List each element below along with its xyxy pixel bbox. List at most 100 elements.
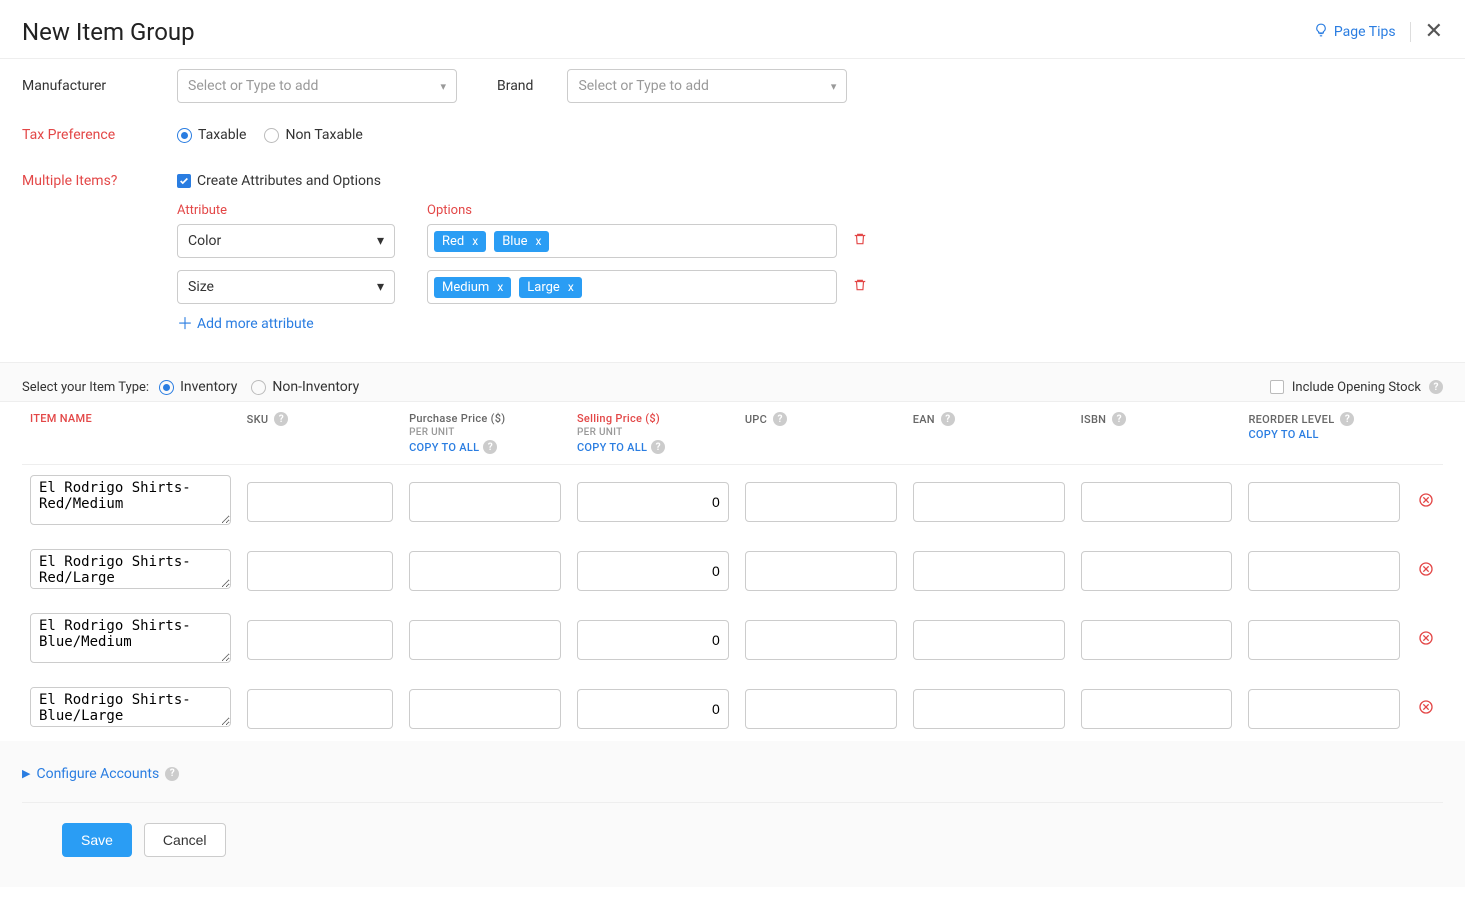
sku-input[interactable] (247, 482, 393, 522)
option-tag[interactable]: Large x (519, 277, 582, 298)
save-button[interactable]: Save (62, 823, 132, 857)
selling-price-input[interactable] (577, 689, 729, 729)
chevron-down-icon: ▾ (377, 279, 384, 295)
manufacturer-label: Manufacturer (22, 78, 177, 94)
option-tag[interactable]: Red x (434, 231, 486, 252)
options-heading: Options (427, 203, 472, 218)
isbn-input[interactable] (1081, 620, 1233, 660)
checkbox-checked-icon (177, 174, 191, 188)
ean-input[interactable] (913, 620, 1065, 660)
reorder-input[interactable] (1248, 482, 1400, 522)
include-opening-stock-label: Include Opening Stock (1292, 380, 1421, 395)
ean-input[interactable] (913, 482, 1065, 522)
add-more-attribute-link[interactable]: ＋ Add more attribute (177, 316, 1443, 332)
help-icon[interactable]: ? (274, 412, 288, 426)
non-taxable-radio[interactable]: Non Taxable (264, 127, 362, 143)
copy-to-all-selling[interactable]: COPY TO ALL? (577, 440, 665, 454)
help-icon[interactable]: ? (1112, 412, 1126, 426)
col-item-name: ITEM NAME (22, 402, 239, 465)
manufacturer-select[interactable]: Select or Type to add ▾ (177, 69, 457, 103)
delete-row-icon[interactable] (1408, 677, 1443, 741)
tax-preference-label: Tax Preference (22, 127, 177, 143)
selling-price-input[interactable] (577, 551, 729, 591)
create-attributes-checkbox[interactable]: Create Attributes and Options (177, 173, 381, 189)
brand-select[interactable]: Select or Type to add ▾ (567, 69, 847, 103)
purchase-price-input[interactable] (409, 620, 561, 660)
sku-input[interactable] (247, 689, 393, 729)
purchase-price-input[interactable] (409, 689, 561, 729)
item-name-input[interactable]: El Rodrigo Shirts-Red/Large (30, 549, 231, 589)
upc-input[interactable] (745, 689, 897, 729)
inventory-radio[interactable]: Inventory (159, 379, 237, 395)
tag-remove-icon[interactable]: x (472, 234, 478, 248)
cancel-button[interactable]: Cancel (144, 823, 226, 857)
include-opening-stock-checkbox[interactable]: Include Opening Stock ? (1270, 380, 1443, 395)
item-name-input[interactable]: El Rodrigo Shirts-Blue/Large (30, 687, 231, 727)
help-icon[interactable]: ? (773, 412, 787, 426)
attribute-select[interactable]: Size ▾ (177, 270, 395, 304)
copy-to-all-reorder[interactable]: COPY TO ALL (1248, 428, 1318, 441)
delete-row-icon[interactable] (1408, 603, 1443, 677)
isbn-input[interactable] (1081, 551, 1233, 591)
col-upc: UPC? (737, 402, 905, 465)
configure-accounts-link[interactable]: ▶ Configure Accounts ? (22, 766, 179, 782)
table-row: El Rodrigo Shirts-Red/Medium (22, 465, 1443, 540)
non-inventory-radio[interactable]: Non-Inventory (251, 379, 359, 395)
brand-label: Brand (497, 78, 533, 94)
radio-unchecked-icon (251, 380, 266, 395)
upc-input[interactable] (745, 551, 897, 591)
upc-input[interactable] (745, 620, 897, 660)
copy-to-all-purchase[interactable]: COPY TO ALL? (409, 440, 497, 454)
trash-icon[interactable] (853, 278, 867, 296)
page-tips-link[interactable]: Page Tips (1314, 23, 1396, 41)
lightbulb-icon (1314, 23, 1328, 41)
delete-row-icon[interactable] (1408, 539, 1443, 603)
sku-input[interactable] (247, 620, 393, 660)
selling-price-input[interactable] (577, 620, 729, 660)
close-icon[interactable]: ✕ (1425, 21, 1443, 43)
option-tag[interactable]: Blue x (494, 231, 549, 252)
selling-price-input[interactable] (577, 482, 729, 522)
add-more-label: Add more attribute (197, 316, 314, 332)
help-icon[interactable]: ? (1340, 412, 1354, 426)
purchase-price-input[interactable] (409, 551, 561, 591)
non-taxable-label: Non Taxable (285, 127, 362, 143)
help-icon: ? (651, 440, 665, 454)
tag-remove-icon[interactable]: x (568, 280, 574, 294)
col-reorder-level: REORDER LEVEL? COPY TO ALL (1240, 402, 1408, 465)
table-row: El Rodrigo Shirts-Blue/Large (22, 677, 1443, 741)
options-input[interactable]: Red x Blue x (427, 224, 837, 258)
options-input[interactable]: Medium x Large x (427, 270, 837, 304)
attribute-heading: Attribute (177, 203, 427, 218)
help-icon[interactable]: ? (165, 767, 179, 781)
isbn-input[interactable] (1081, 482, 1233, 522)
ean-input[interactable] (913, 689, 1065, 729)
item-name-input[interactable]: El Rodrigo Shirts-Blue/Medium (30, 613, 231, 663)
option-label: Blue (502, 234, 527, 249)
help-icon[interactable]: ? (1429, 380, 1443, 394)
attribute-value: Size (188, 279, 214, 295)
delete-row-icon[interactable] (1408, 465, 1443, 540)
page-tips-label: Page Tips (1334, 24, 1396, 40)
upc-input[interactable] (745, 482, 897, 522)
item-name-input[interactable]: El Rodrigo Shirts-Red/Medium (30, 475, 231, 525)
sku-input[interactable] (247, 551, 393, 591)
help-icon[interactable]: ? (941, 412, 955, 426)
tag-remove-icon[interactable]: x (536, 234, 542, 248)
chevron-down-icon: ▾ (831, 80, 837, 93)
reorder-input[interactable] (1248, 551, 1400, 591)
trash-icon[interactable] (853, 232, 867, 250)
reorder-input[interactable] (1248, 620, 1400, 660)
isbn-input[interactable] (1081, 689, 1233, 729)
col-purchase-price: Purchase Price ($) PER UNIT COPY TO ALL? (401, 402, 569, 465)
col-sku: SKU? (239, 402, 401, 465)
ean-input[interactable] (913, 551, 1065, 591)
taxable-radio[interactable]: Taxable (177, 127, 246, 143)
reorder-input[interactable] (1248, 689, 1400, 729)
taxable-label: Taxable (198, 127, 246, 143)
non-inventory-label: Non-Inventory (272, 379, 359, 395)
option-tag[interactable]: Medium x (434, 277, 511, 298)
tag-remove-icon[interactable]: x (497, 280, 503, 294)
purchase-price-input[interactable] (409, 482, 561, 522)
attribute-select[interactable]: Color ▾ (177, 224, 395, 258)
